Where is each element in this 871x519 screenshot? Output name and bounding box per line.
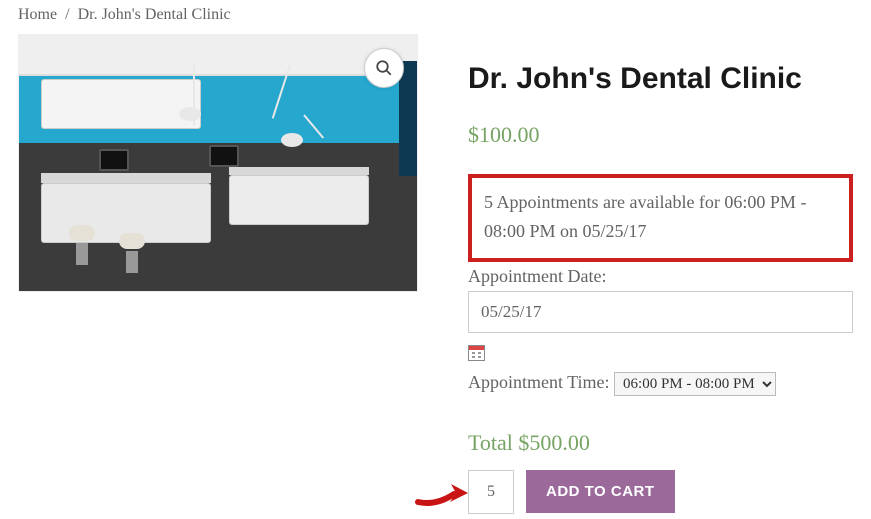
breadcrumb-separator: /	[65, 6, 69, 23]
breadcrumb-home[interactable]: Home	[18, 6, 57, 23]
product-price: $100.00	[468, 122, 853, 148]
breadcrumb: Home / Dr. John's Dental Clinic	[18, 0, 853, 34]
appointment-time-select[interactable]: 06:00 PM - 08:00 PM	[614, 372, 776, 396]
annotation-arrow-icon	[414, 478, 468, 508]
calendar-icon[interactable]	[468, 345, 485, 361]
zoom-icon[interactable]	[364, 48, 404, 88]
appointment-date-input[interactable]	[468, 291, 853, 333]
cart-row: ADD TO CART	[468, 470, 853, 514]
breadcrumb-current: Dr. John's Dental Clinic	[78, 6, 231, 23]
product-title: Dr. John's Dental Clinic	[468, 62, 853, 96]
total-price: Total $500.00	[468, 430, 853, 456]
product-details: Dr. John's Dental Clinic $100.00 5 Appoi…	[468, 34, 853, 514]
quantity-input[interactable]	[468, 470, 514, 514]
product-image-column	[18, 34, 418, 292]
add-to-cart-button[interactable]: ADD TO CART	[526, 470, 675, 513]
appointment-date-label: Appointment Date:	[468, 266, 606, 287]
product-image[interactable]	[18, 34, 418, 292]
product-container: Dr. John's Dental Clinic $100.00 5 Appoi…	[18, 34, 853, 514]
appointment-time-label: Appointment Time:	[468, 372, 610, 392]
availability-message: 5 Appointments are available for 06:00 P…	[468, 174, 853, 262]
